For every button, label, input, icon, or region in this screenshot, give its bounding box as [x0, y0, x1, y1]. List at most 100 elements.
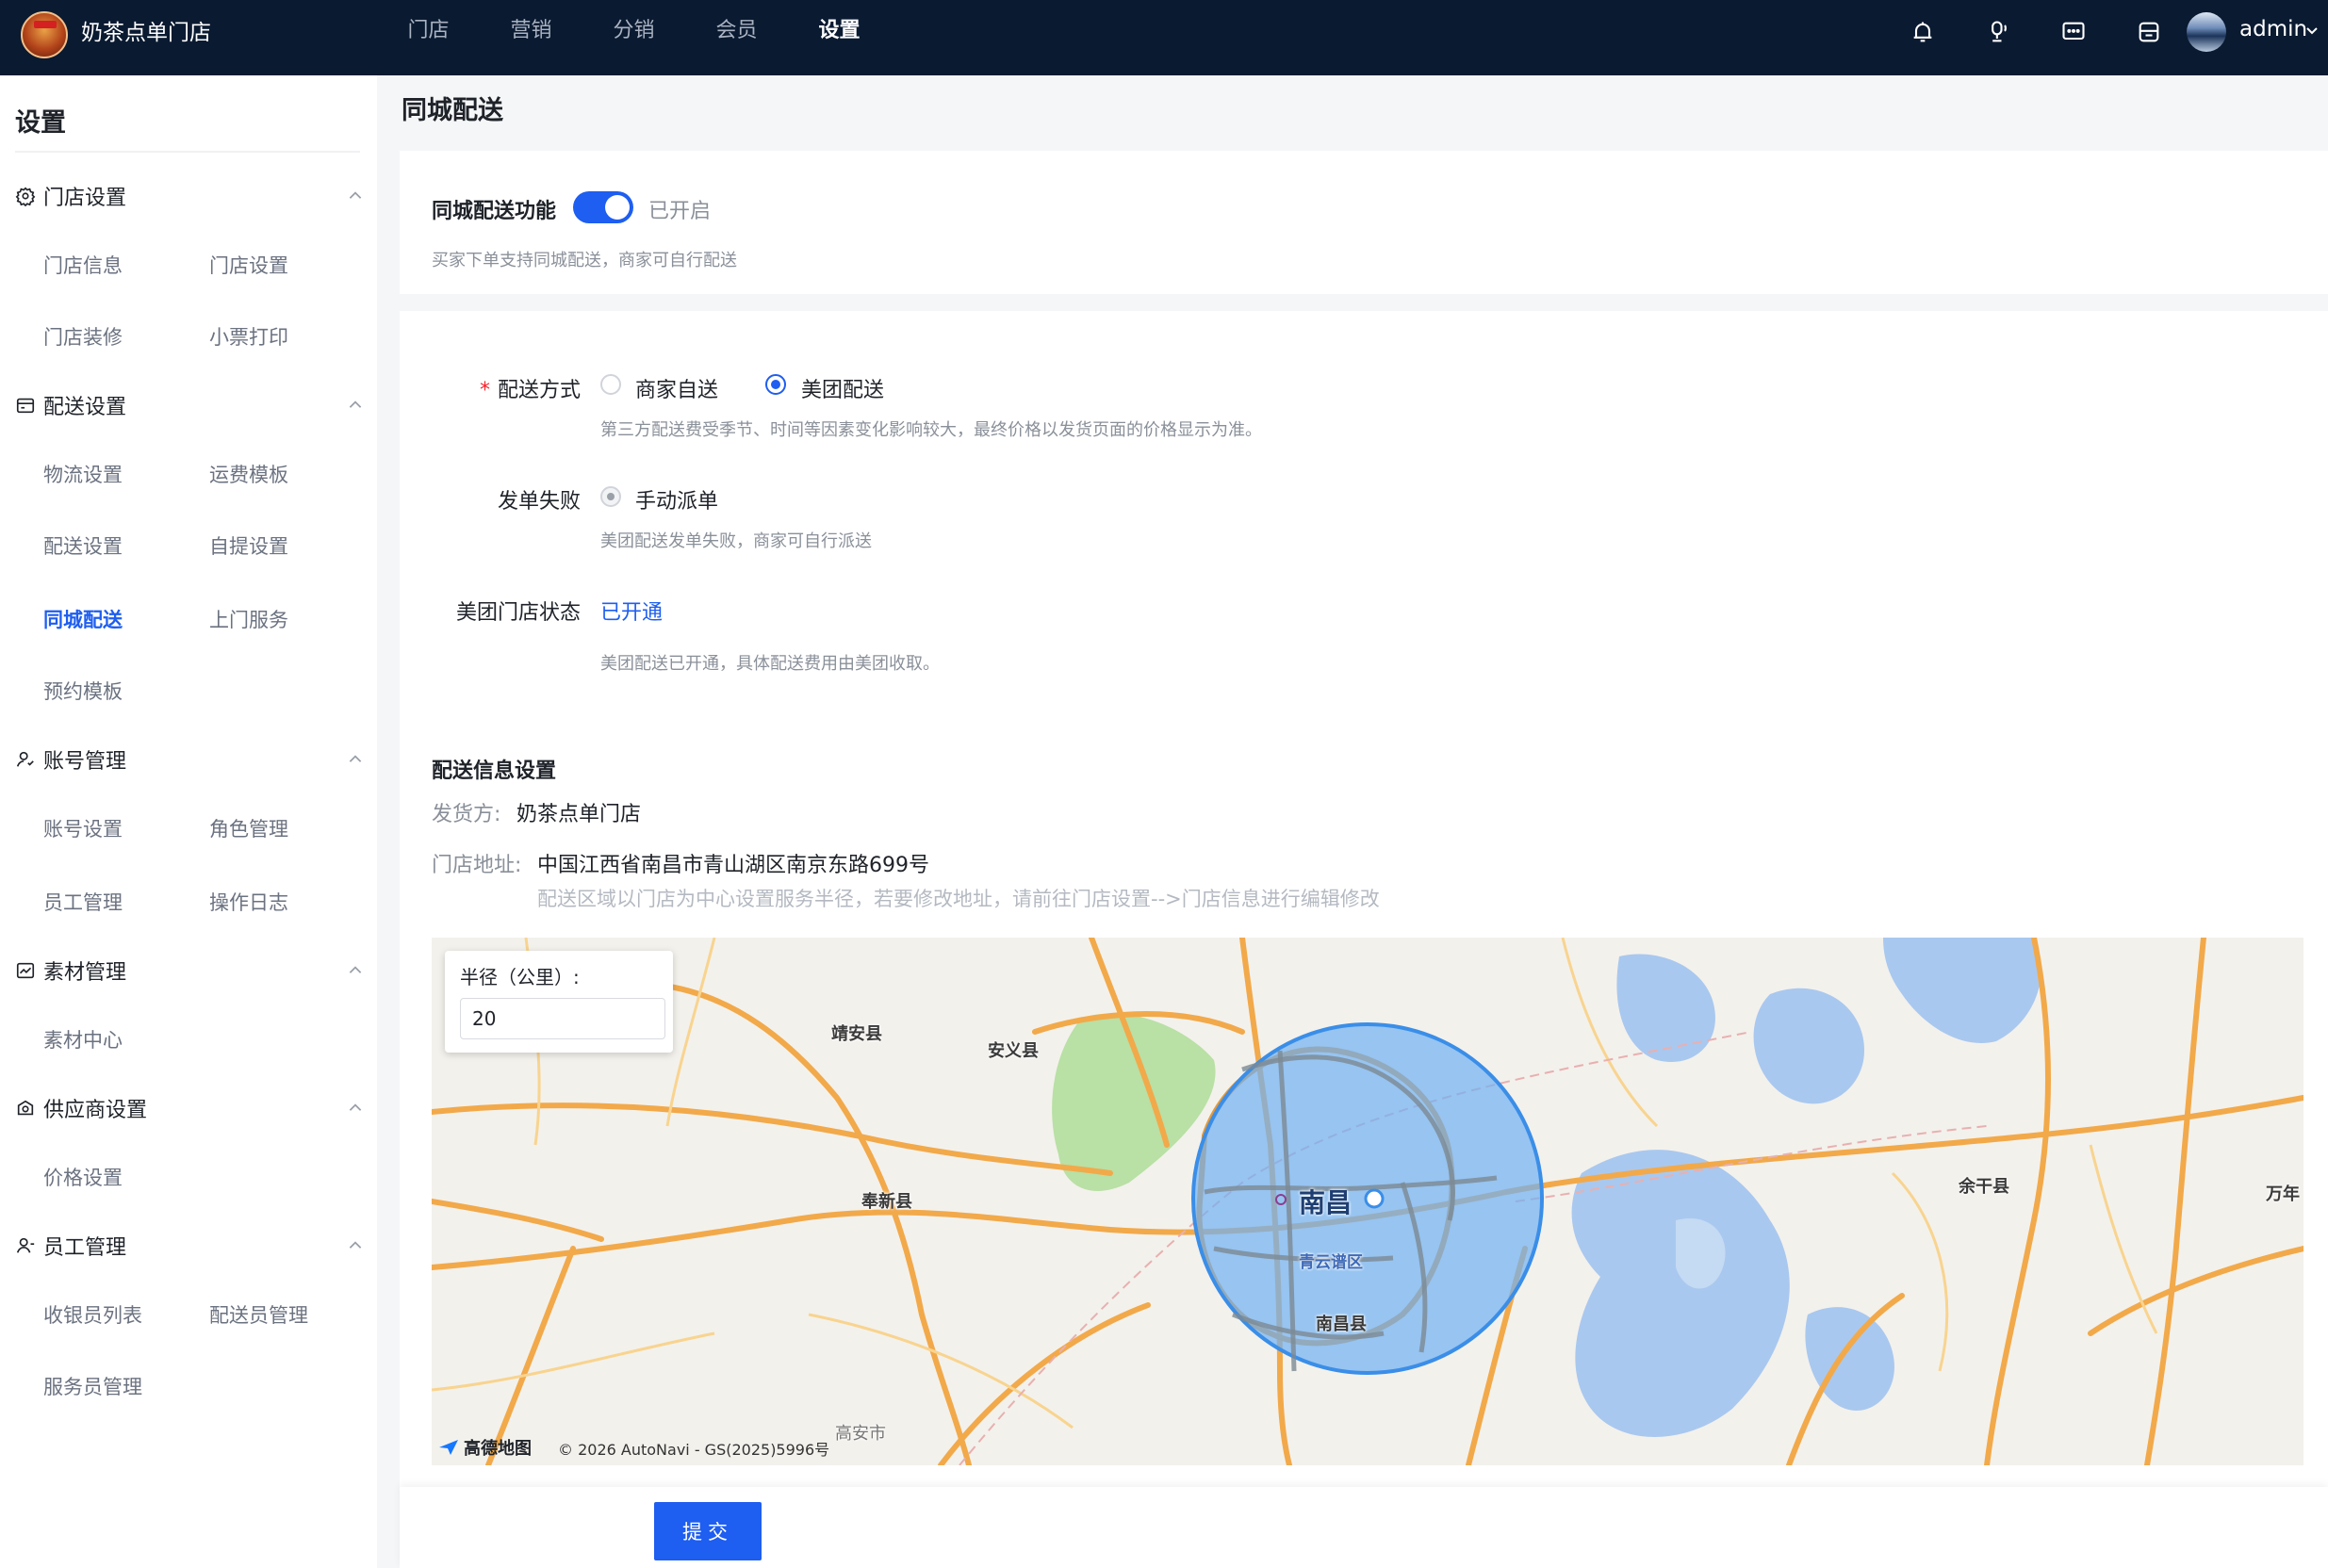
- chevron-up-icon[interactable]: [347, 1237, 364, 1254]
- sidebar-item-freight-template[interactable]: 运费模板: [209, 460, 288, 488]
- option-meituan-delivery[interactable]: 美团配送: [801, 373, 884, 403]
- gear-icon: [15, 187, 36, 206]
- sidebar-item-waiter-management[interactable]: 服务员管理: [43, 1372, 142, 1400]
- map-label-fengxin: 奉新县: [861, 1192, 912, 1212]
- sidebar-item-delivery-settings[interactable]: 配送设置: [43, 531, 123, 560]
- sidebar-item-city-delivery[interactable]: 同城配送: [43, 605, 123, 633]
- sidebar-item-material-center[interactable]: 素材中心: [43, 1025, 123, 1054]
- sidebar-item-role-management[interactable]: 角色管理: [209, 814, 288, 842]
- chevron-up-icon[interactable]: [347, 751, 364, 768]
- store-logo: [21, 11, 68, 58]
- group-label: 素材管理: [43, 961, 127, 985]
- option-self-delivery[interactable]: 商家自送: [635, 373, 718, 403]
- user-icon: [16, 751, 34, 767]
- sidebar-item-cashier-list[interactable]: 收银员列表: [43, 1300, 142, 1329]
- sidebar-item-store-info[interactable]: 门店信息: [43, 251, 123, 279]
- chevron-down-icon[interactable]: [2304, 23, 2320, 38]
- group-label: 账号管理: [43, 750, 127, 774]
- group-delivery-settings[interactable]: 配送设置: [15, 388, 364, 422]
- user-name[interactable]: admin: [2239, 17, 2307, 41]
- chevron-up-icon[interactable]: [347, 397, 364, 414]
- sidebar-item-receipt-print[interactable]: 小票打印: [209, 322, 288, 351]
- group-account-management[interactable]: 账号管理: [15, 743, 364, 776]
- staff-icon: [16, 1237, 35, 1253]
- feature-status: 已开启: [648, 200, 712, 223]
- sidebar-item-booking-template[interactable]: 预约模板: [43, 677, 123, 705]
- sidebar-item-staff-management[interactable]: 员工管理: [43, 888, 123, 916]
- nav-marketing[interactable]: 营销: [480, 0, 582, 75]
- city-delivery-toggle[interactable]: [573, 191, 633, 223]
- page-title: 同城配送: [402, 96, 503, 125]
- group-supplier-settings[interactable]: 供应商设置: [15, 1091, 364, 1125]
- sidebar-item-store-settings[interactable]: 门店设置: [209, 251, 288, 279]
- address-value: 中国江西省南昌市青山湖区南京东路699号: [537, 854, 929, 877]
- feature-label: 同城配送功能: [432, 200, 557, 223]
- map-label-nanchang-county: 南昌县: [1316, 1315, 1367, 1334]
- nav-member[interactable]: 会员: [685, 0, 788, 75]
- nav-store[interactable]: 门店: [377, 0, 480, 75]
- radius-input[interactable]: [460, 998, 665, 1039]
- radio-self-delivery[interactable]: [600, 374, 621, 395]
- delivery-method-text: 配送方式: [497, 379, 581, 402]
- shipper-value: 奶茶点单门店: [516, 803, 642, 826]
- sidebar-item-operation-log[interactable]: 操作日志: [209, 888, 288, 916]
- meituan-status-value[interactable]: 已开通: [600, 596, 663, 626]
- group-staff-management[interactable]: 员工管理: [15, 1229, 364, 1263]
- sidebar-item-courier-management[interactable]: 配送员管理: [209, 1300, 308, 1329]
- order-failure-label: 发单失败: [497, 490, 581, 514]
- address-label: 门店地址:: [432, 854, 522, 877]
- navigation-arrow-icon: [439, 1440, 458, 1455]
- chevron-up-icon[interactable]: [347, 962, 364, 979]
- sidebar-item-home-service[interactable]: 上门服务: [209, 605, 288, 633]
- map-tiles: [432, 938, 2303, 1465]
- chart-icon: [16, 962, 35, 979]
- wallet-icon: [16, 398, 35, 414]
- group-label: 门店设置: [43, 187, 127, 210]
- top-bar: 奶茶点单门店 门店 营销 分销 会员 设置 admin: [0, 0, 2328, 75]
- delivery-method-hint: 第三方配送费受季节、时间等因素变化影响较大，最终价格以发货页面的价格显示为准。: [600, 420, 1262, 440]
- map-logo-text: 高德地图: [464, 1439, 532, 1459]
- group-label: 配送设置: [43, 396, 127, 419]
- store-icon[interactable]: [2111, 15, 2187, 49]
- radius-panel: 半径（公里）:: [445, 951, 673, 1053]
- map-copyright: © 2026 AutoNavi - GS(2025)5996号: [558, 1441, 830, 1459]
- main-nav: 门店 营销 分销 会员 设置: [377, 0, 891, 75]
- map-label-anyi: 安义县: [988, 1041, 1039, 1061]
- radio-manual-dispatch[interactable]: [600, 486, 621, 507]
- group-store-settings[interactable]: 门店设置: [15, 179, 364, 213]
- sidebar-title: 设置: [15, 108, 66, 138]
- meituan-status-label: 美团门店状态: [455, 601, 581, 625]
- option-manual-dispatch[interactable]: 手动派单: [635, 484, 718, 514]
- bell-icon[interactable]: [1885, 15, 1960, 49]
- supplier-icon: [17, 1100, 34, 1116]
- sidebar-item-store-decoration[interactable]: 门店装修: [43, 322, 123, 351]
- radio-meituan-delivery[interactable]: [765, 374, 786, 395]
- sidebar-item-price-settings[interactable]: 价格设置: [43, 1163, 123, 1191]
- submit-button[interactable]: 提交: [654, 1502, 762, 1560]
- group-material-management[interactable]: 素材管理: [15, 954, 364, 988]
- message-icon[interactable]: [2036, 15, 2111, 49]
- map-provider-logo[interactable]: 高德地图: [437, 1435, 532, 1460]
- shipper-label: 发货方:: [432, 803, 501, 826]
- sidebar-item-pickup-settings[interactable]: 自提设置: [209, 531, 288, 560]
- map-label-jingan: 靖安县: [831, 1024, 882, 1044]
- group-label: 员工管理: [43, 1236, 127, 1260]
- map-label-qingyunpu: 青云谱区: [1299, 1253, 1363, 1272]
- map-label-wannian: 万年: [2266, 1184, 2300, 1204]
- chevron-up-icon[interactable]: [347, 1100, 364, 1117]
- meituan-status-hint: 美团配送已开通，具体配送费用由美团收取。: [600, 654, 940, 674]
- map-label-gaoan: 高安市: [835, 1424, 886, 1444]
- headset-icon[interactable]: [1960, 15, 2036, 49]
- address-hint: 配送区域以门店为中心设置服务半径，若要修改地址，请前往门店设置-->门店信息进行…: [537, 888, 1380, 910]
- order-failure-hint: 美团配送发单失败，商家可自行派送: [600, 531, 872, 551]
- chevron-up-icon[interactable]: [347, 188, 364, 204]
- avatar[interactable]: [2187, 12, 2226, 52]
- delivery-method-label: * 配送方式: [452, 373, 581, 403]
- sidebar-item-logistics[interactable]: 物流设置: [43, 460, 123, 488]
- nav-settings[interactable]: 设置: [788, 0, 891, 75]
- nav-distribution[interactable]: 分销: [582, 0, 685, 75]
- sidebar: 设置 门店设置 门店信息 门店设置 门店装修 小票打印 配送设置 物流设置 运费…: [0, 75, 377, 1568]
- delivery-map[interactable]: 南昌 青云谱区 南昌县 靖安县 安义县 奉新县 余干县 万年 高安市 半径（公里…: [432, 938, 2303, 1465]
- sidebar-item-account-settings[interactable]: 账号设置: [43, 814, 123, 842]
- delivery-info-title: 配送信息设置: [432, 760, 557, 783]
